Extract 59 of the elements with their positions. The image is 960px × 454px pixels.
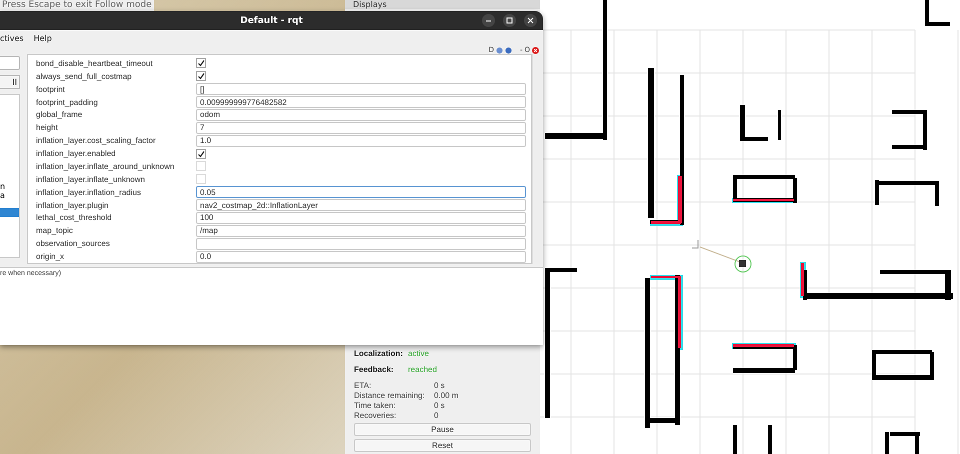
parameter-name: height — [36, 123, 59, 132]
value-field[interactable]: 7 — [196, 122, 526, 134]
parameter-name: footprint — [36, 84, 66, 94]
left-pane-button[interactable]: ll — [0, 75, 20, 89]
list-item[interactable]: n — [0, 182, 19, 191]
parameter-name: bond_disable_heartbeat_timeout — [36, 58, 154, 68]
maximize-icon[interactable] — [503, 14, 516, 27]
minimize-icon[interactable] — [482, 14, 495, 27]
parameter-name: always_send_full_costmap — [36, 72, 133, 81]
parameter-name: inflation_layer.inflate_around_unknown — [36, 162, 176, 171]
status-label: Feedback: — [354, 365, 395, 374]
scrollbar[interactable] — [532, 54, 543, 264]
stat-label: Distance remaining: — [354, 391, 426, 400]
filter-field[interactable] — [0, 56, 20, 70]
action-button[interactable]: Reset — [354, 439, 531, 452]
value-field[interactable]: [] — [196, 83, 526, 96]
parameter-name: inflation_layer.inflation_radius — [36, 188, 142, 197]
list-item[interactable]: a — [0, 191, 19, 200]
value-field[interactable]: 1.0 — [196, 134, 526, 147]
stat-label: Time taken: — [354, 401, 396, 410]
value-field[interactable]: 0.0 — [196, 250, 526, 263]
parameter-name: inflation_layer.plugin — [36, 200, 110, 210]
stat-label: Recoveries: — [354, 411, 398, 420]
stat-value: 0 — [434, 411, 440, 420]
refresh-icon[interactable] — [496, 46, 503, 54]
value-field[interactable]: 0.05 — [196, 186, 526, 198]
stat-value: 0 s — [434, 381, 446, 390]
status-label: Localization: — [354, 349, 404, 358]
parameter-name: footprint_padding — [36, 98, 99, 107]
help-icon[interactable] — [504, 46, 512, 54]
value-field[interactable]: nav2_costmap_2d::InflationLayer — [196, 199, 526, 212]
menu-item[interactable]: ctives — [0, 34, 24, 42]
checkbox[interactable] — [196, 58, 206, 68]
checkbox[interactable] — [196, 71, 206, 82]
status-value: active — [408, 349, 430, 358]
parameter-name: inflation_layer.cost_scaling_factor — [36, 136, 157, 146]
value-field[interactable]: /map — [196, 224, 526, 237]
value-field[interactable]: odom — [196, 108, 526, 121]
follow-mode-hint: Press Escape to exit Follow mode — [0, 0, 154, 11]
stat-label: ETA: — [354, 381, 372, 390]
parameter-name: origin_x — [36, 252, 66, 262]
status-value: reached — [408, 365, 438, 374]
value-field[interactable]: 0.009999999776482582 — [196, 96, 526, 108]
value-field[interactable]: 100 — [196, 212, 526, 224]
window-title: Default - rqt — [240, 16, 303, 26]
stat-value: 0 s — [434, 401, 446, 410]
parameter-name: lethal_cost_threshold — [36, 213, 113, 222]
parameter-name: global_frame — [36, 110, 84, 120]
panel-title: Displays — [345, 0, 540, 9]
action-button[interactable]: Pause — [354, 423, 531, 436]
parameter-name: inflation_layer.enabled — [36, 149, 117, 158]
parameter-name: observation_sources — [36, 239, 111, 248]
parameter-name: inflation_layer.inflate_unknown — [36, 174, 146, 184]
value-field[interactable] — [196, 238, 526, 250]
close-icon[interactable] — [524, 14, 537, 27]
parameter-name: map_topic — [36, 226, 74, 236]
checkbox[interactable] — [196, 148, 206, 159]
menu-item[interactable]: Help — [34, 34, 52, 42]
stat-value: 0.00 m — [434, 391, 460, 400]
